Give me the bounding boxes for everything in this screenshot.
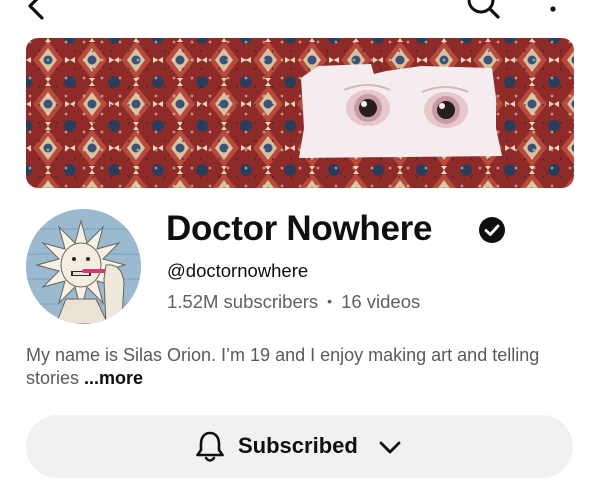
back-arrow-icon[interactable] xyxy=(22,0,52,20)
video-count: 16 videos xyxy=(341,291,421,312)
chevron-down-icon xyxy=(379,441,401,454)
bell-icon xyxy=(196,431,224,462)
face-cutout xyxy=(299,64,502,158)
search-icon[interactable] xyxy=(465,0,501,22)
stats-separator: • xyxy=(327,293,333,309)
more-link[interactable]: ...more xyxy=(84,368,143,388)
subscribed-label: Subscribed xyxy=(238,433,358,458)
channel-banner xyxy=(26,38,574,188)
channel-avatar[interactable] xyxy=(26,209,141,324)
channel-stats: 1.52M subscribers • 16 videos xyxy=(167,290,420,315)
subscriber-count: 1.52M subscribers xyxy=(167,291,319,312)
top-bar xyxy=(0,0,599,24)
subscribed-button[interactable]: Subscribed xyxy=(26,415,573,478)
more-options-icon[interactable] xyxy=(541,0,565,16)
verified-check-icon xyxy=(479,217,505,243)
channel-handle: @doctornowhere xyxy=(167,260,309,281)
channel-name: Doctor Nowhere xyxy=(166,209,433,248)
channel-description[interactable]: My name is Silas Orion. I’m 19 and I enj… xyxy=(26,344,586,390)
